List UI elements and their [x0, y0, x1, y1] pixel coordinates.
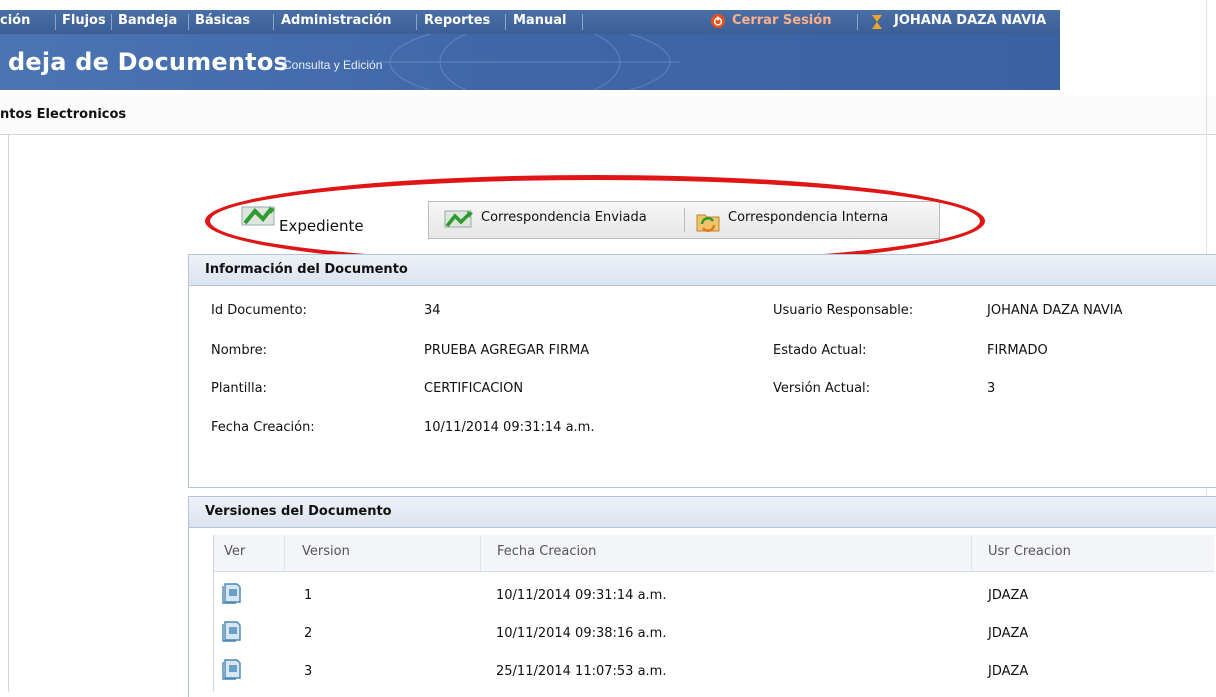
- row-version: 3: [304, 664, 313, 679]
- expediente-arrow-icon: [241, 205, 277, 230]
- field-value-nombre: PRUEBA AGREGAR FIRMA: [424, 343, 590, 358]
- menu-item-basicas[interactable]: Básicas: [195, 13, 250, 28]
- column-separator: [480, 535, 481, 571]
- correspondence-button-group: Correspondencia Enviada Correspondencia …: [428, 201, 940, 239]
- view-document-icon[interactable]: [222, 582, 242, 604]
- top-menu-bar: ción Flujos Bandeja Básicas Administraci…: [0, 10, 1060, 34]
- column-header-fecha-creacion[interactable]: Fecha Creacion: [497, 544, 596, 559]
- row-usuario: JDAZA: [988, 664, 1029, 679]
- row-fecha: 10/11/2014 09:38:16 a.m.: [496, 626, 667, 641]
- menu-item-reportes[interactable]: Reportes: [424, 13, 490, 28]
- table-row: 2 10/11/2014 09:38:16 a.m. JDAZA: [214, 615, 1214, 653]
- send-arrow-icon: [444, 208, 474, 233]
- power-icon[interactable]: [711, 14, 725, 28]
- content-divider: [8, 134, 9, 692]
- field-value-version-actual: 3: [987, 381, 996, 396]
- view-document-icon[interactable]: [222, 658, 242, 680]
- table-row: 1 10/11/2014 09:31:14 a.m. JDAZA: [214, 577, 1214, 615]
- document-versions-title: Versiones del Documento: [205, 504, 392, 519]
- refresh-folder-icon: [695, 209, 721, 236]
- field-value-plantilla: CERTIFICACION: [424, 381, 524, 396]
- row-version: 2: [304, 626, 313, 641]
- menu-separator: [582, 14, 583, 30]
- hourglass-icon: [871, 14, 883, 34]
- field-label-plantilla: Plantilla:: [211, 381, 267, 396]
- field-label-version-actual: Versión Actual:: [773, 381, 871, 396]
- field-label-fecha-creacion: Fecha Creación:: [211, 420, 315, 435]
- column-header-usr-creacion[interactable]: Usr Creacion: [988, 544, 1071, 559]
- menu-separator: [416, 14, 417, 30]
- document-info-panel: Información del Documento Id Documento: …: [188, 254, 1216, 488]
- user-name: JOHANA DAZA NAVIA: [894, 13, 1047, 28]
- field-label-nombre: Nombre:: [211, 343, 268, 358]
- logout-link[interactable]: Cerrar Sesión: [732, 13, 831, 28]
- row-usuario: JDAZA: [988, 626, 1029, 641]
- menu-item-manual[interactable]: Manual: [513, 13, 566, 28]
- field-label-estado-actual: Estado Actual:: [773, 343, 867, 358]
- page-title: deja de Documentos: [8, 48, 288, 76]
- menu-separator: [857, 14, 858, 30]
- column-separator: [284, 535, 285, 571]
- menu-item-inicio[interactable]: ción: [0, 13, 30, 28]
- field-value-id: 34: [424, 303, 441, 318]
- correspondencia-interna-label: Correspondencia Interna: [728, 210, 889, 225]
- menu-separator: [505, 14, 506, 30]
- page-subtitle: Consulta y Edición: [283, 58, 383, 72]
- correspondencia-enviada-button[interactable]: Correspondencia Enviada: [429, 202, 684, 238]
- field-label-id: Id Documento:: [211, 303, 307, 318]
- banner-world-decoration-icon: [380, 34, 680, 90]
- versions-grid: Ver Version Fecha Creacion Usr Creacion …: [213, 535, 1214, 692]
- menu-separator: [273, 14, 274, 30]
- column-header-version[interactable]: Version: [302, 544, 350, 559]
- expediente-label: Expediente: [279, 217, 364, 235]
- view-document-icon[interactable]: [222, 620, 242, 642]
- document-versions-header: Versiones del Documento: [189, 497, 1216, 528]
- tab-documentos-electronicos[interactable]: ntos Electronicos: [0, 107, 126, 122]
- field-value-usuario-responsable: JOHANA DAZA NAVIA: [987, 303, 1123, 318]
- correspondencia-enviada-label: Correspondencia Enviada: [481, 210, 647, 225]
- column-separator: [971, 535, 972, 571]
- menu-item-bandeja[interactable]: Bandeja: [118, 13, 177, 28]
- column-header-ver[interactable]: Ver: [224, 544, 245, 559]
- row-fecha: 10/11/2014 09:31:14 a.m.: [496, 588, 667, 603]
- page-banner: deja de Documentos Consulta y Edición: [0, 34, 1060, 90]
- menu-item-flujos[interactable]: Flujos: [62, 13, 106, 28]
- document-info-title: Información del Documento: [205, 262, 408, 277]
- tab-strip: ntos Electronicos: [0, 96, 1216, 135]
- field-value-estado-actual: FIRMADO: [987, 343, 1048, 358]
- correspondencia-interna-button[interactable]: Correspondencia Interna: [685, 202, 939, 238]
- menu-separator: [55, 14, 56, 30]
- menu-item-administracion[interactable]: Administración: [281, 13, 392, 28]
- document-info-header: Información del Documento: [189, 255, 1216, 286]
- table-row: 3 25/11/2014 11:07:53 a.m. JDAZA: [214, 653, 1214, 691]
- row-version: 1: [304, 588, 313, 603]
- menu-separator: [111, 14, 112, 30]
- row-usuario: JDAZA: [988, 588, 1029, 603]
- menu-separator: [188, 14, 189, 30]
- field-label-usuario-responsable: Usuario Responsable:: [773, 303, 914, 318]
- versions-grid-header: Ver Version Fecha Creacion Usr Creacion: [214, 535, 1214, 572]
- field-value-fecha-creacion: 10/11/2014 09:31:14 a.m.: [424, 420, 595, 435]
- row-fecha: 25/11/2014 11:07:53 a.m.: [496, 664, 667, 679]
